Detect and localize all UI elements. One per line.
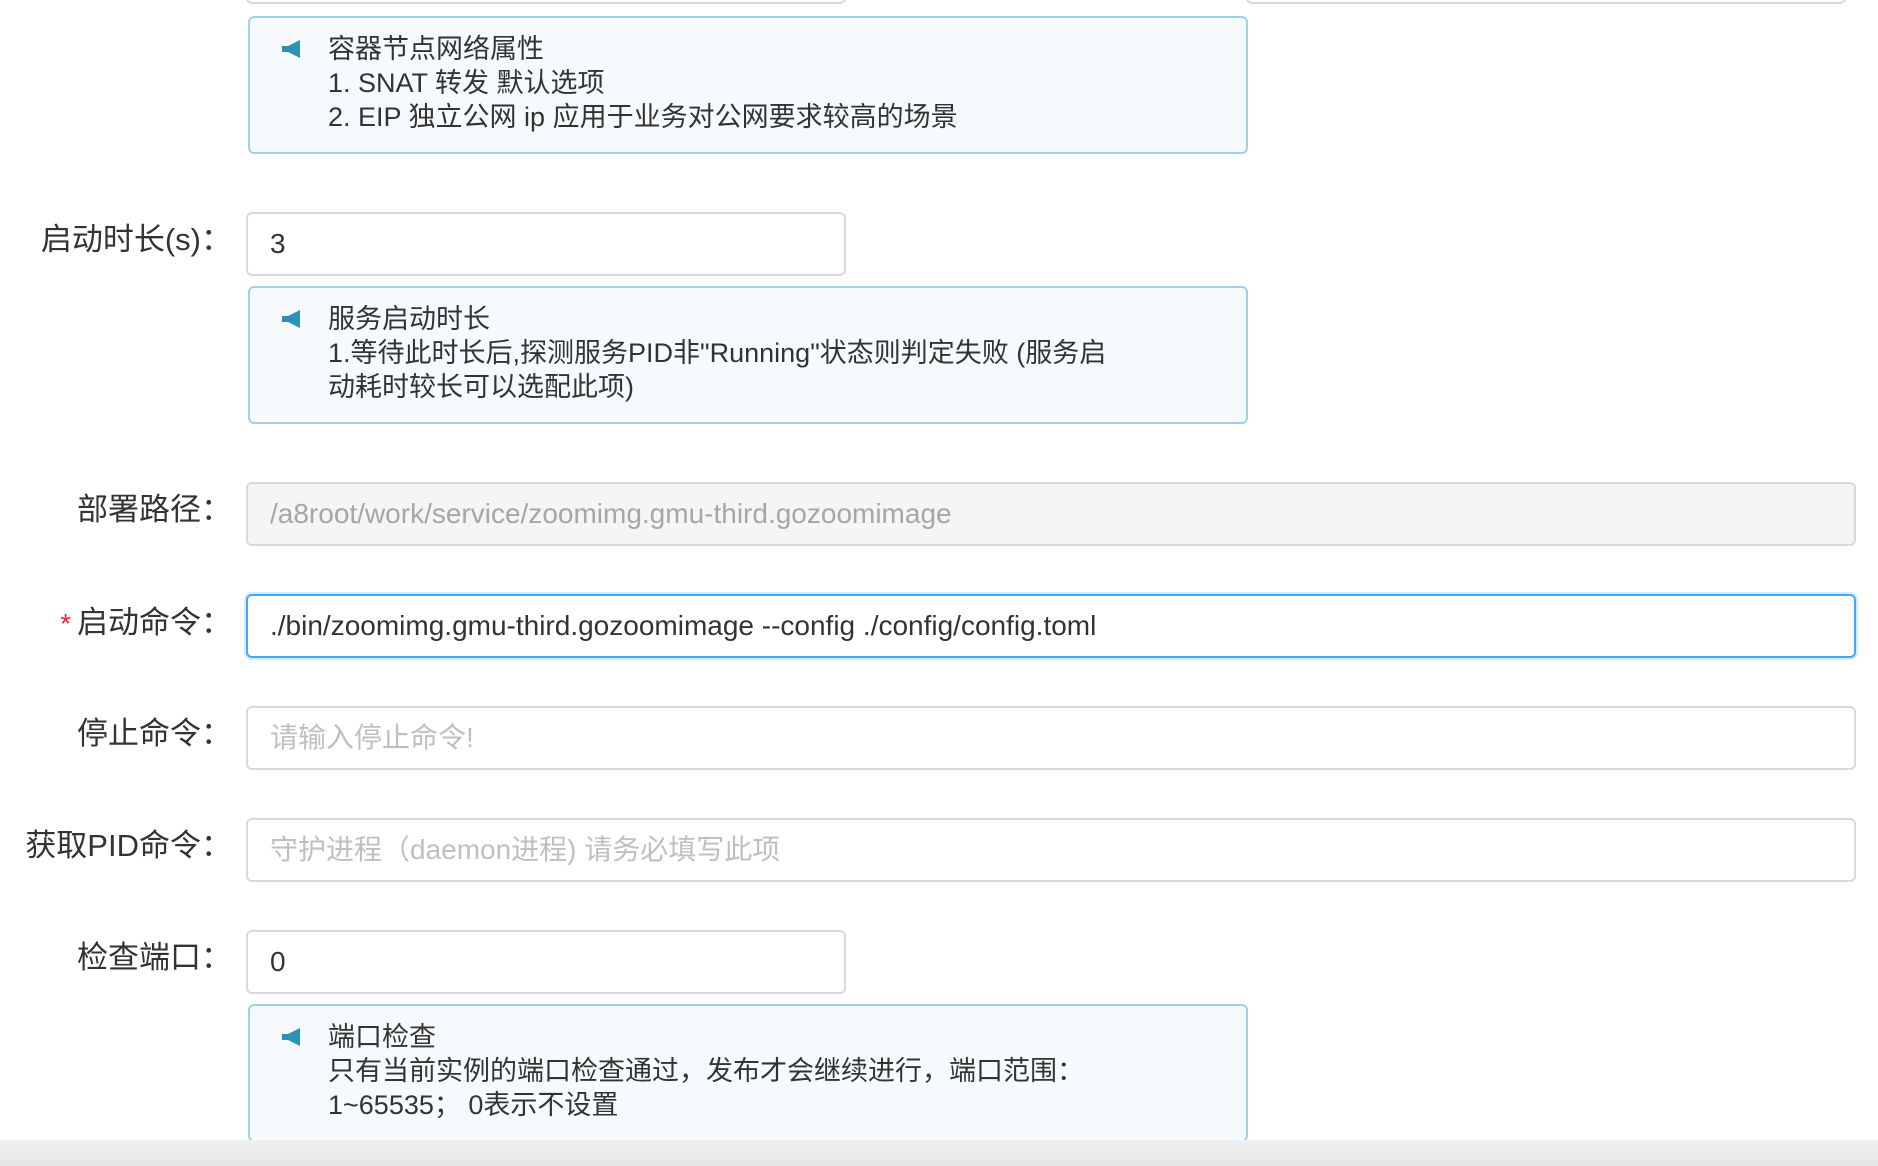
startup-tip-line-1: 1.等待此时长后,探测服务PID非"Running"状态则判定失败 (服务启 — [328, 338, 1107, 368]
pid-command-label: 获取PID命令： — [25, 828, 232, 863]
deploy-path-input: /a8root/work/service/zoomimg.gmu-third.g… — [246, 482, 1856, 546]
network-tip-line-2: 2. EIP 独立公网 ip 应用于业务对公网要求较高的场景 — [328, 102, 958, 132]
check-port-value: 0 — [270, 946, 286, 977]
deploy-path-label: 部署路径： — [77, 492, 232, 527]
stop-command-input[interactable]: 请输入停止命令! — [246, 706, 1856, 770]
megaphone-icon — [282, 40, 300, 58]
startup-tip-title: 服务启动时长 — [328, 304, 490, 334]
port-tip-title: 端口检查 — [328, 1022, 436, 1052]
startup-duration-label: 启动时长(s)： — [40, 222, 232, 257]
megaphone-icon — [282, 1028, 300, 1046]
port-tip-line-1: 只有当前实例的端口检查通过，发布才会继续进行，端口范围： — [328, 1056, 1084, 1086]
startup-duration-input[interactable]: 3 — [246, 212, 846, 276]
stop-command-label: 停止命令： — [77, 716, 232, 751]
megaphone-icon — [282, 310, 300, 328]
startup-tip-line-2: 动耗时较长可以选配此项) — [328, 372, 634, 402]
check-port-label: 检查端口： — [77, 940, 232, 975]
partial-input-left[interactable] — [246, 0, 846, 4]
pid-command-input[interactable]: 守护进程（daemon进程) 请务必填写此项 — [246, 818, 1856, 882]
check-port-input[interactable]: 0 — [246, 930, 846, 994]
network-tip-title: 容器节点网络属性 — [328, 34, 544, 64]
network-tip-line-1: 1. SNAT 转发 默认选项 — [328, 68, 605, 98]
startup-duration-value: 3 — [270, 228, 286, 259]
partial-input-right[interactable] — [1246, 0, 1846, 4]
pid-command-placeholder: 守护进程（daemon进程) 请务必填写此项 — [270, 834, 781, 865]
start-command-value: ./bin/zoomimg.gmu-third.gozoomimage --co… — [270, 610, 1097, 641]
deploy-path-value: /a8root/work/service/zoomimg.gmu-third.g… — [270, 498, 952, 529]
start-command-input[interactable]: ./bin/zoomimg.gmu-third.gozoomimage --co… — [246, 594, 1856, 658]
startup-tip: 服务启动时长 1.等待此时长后,探测服务PID非"Running"状态则判定失败… — [248, 286, 1248, 424]
stop-command-placeholder: 请输入停止命令! — [270, 722, 474, 753]
start-command-label: * 启动命令： — [60, 605, 232, 640]
network-tip: 容器节点网络属性 1. SNAT 转发 默认选项 2. EIP 独立公网 ip … — [248, 16, 1248, 154]
required-mark: * — [60, 608, 71, 639]
port-tip: 端口检查 只有当前实例的端口检查通过，发布才会继续进行，端口范围： 1~6553… — [248, 1004, 1248, 1142]
port-tip-line-2: 1~65535； 0表示不设置 — [328, 1090, 619, 1120]
bottom-edge — [0, 1140, 1878, 1166]
